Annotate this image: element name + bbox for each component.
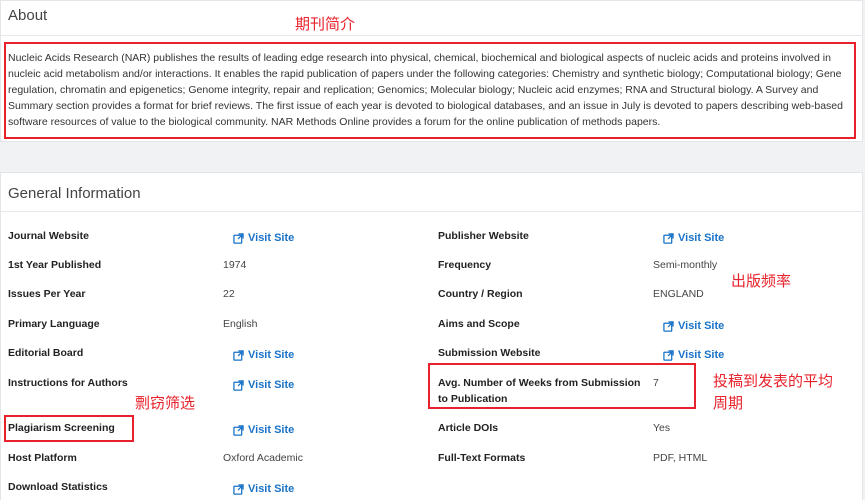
visit-site-label: Visit Site: [678, 349, 725, 361]
visit-site-label: Visit Site: [678, 232, 725, 244]
visit-site-link[interactable]: Visit Site: [663, 230, 724, 246]
field-label: 1st Year Published: [8, 259, 102, 271]
annotation-publication-frequency: 出版频率: [731, 273, 792, 290]
field-label: Article DOIs: [438, 422, 499, 434]
field-label: Journal Website: [8, 230, 89, 242]
field-label: Frequency: [438, 259, 492, 271]
visit-site-label: Visit Site: [248, 232, 295, 244]
annotation-box-plagiarism: [4, 415, 134, 442]
visit-site-link[interactable]: Visit Site: [233, 347, 294, 363]
annotation-box-avg-weeks: [428, 363, 696, 409]
visit-site-link[interactable]: Visit Site: [663, 347, 724, 363]
annotation-plagiarism-screening: 剽窃筛选: [135, 395, 196, 412]
field-value: Oxford Academic: [223, 452, 303, 464]
external-link-icon: [233, 379, 244, 391]
visit-site-link[interactable]: Visit Site: [233, 377, 294, 393]
visit-site-link[interactable]: Visit Site: [233, 481, 294, 497]
visit-site-link[interactable]: Visit Site: [233, 230, 294, 246]
annotation-journal-intro: 期刊简介: [295, 16, 356, 33]
external-link-icon: [233, 349, 244, 361]
visit-site-label: Visit Site: [248, 349, 295, 361]
field-value: PDF, HTML: [653, 452, 708, 464]
general-info-title: General Information: [8, 185, 141, 202]
field-label: Download Statistics: [8, 481, 108, 493]
visit-site-label: Visit Site: [678, 320, 725, 332]
external-link-icon: [233, 424, 244, 436]
external-link-icon: [663, 232, 674, 244]
field-label: Submission Website: [438, 347, 541, 359]
general-info-card: General Information Journal Website Visit…: [0, 172, 863, 500]
field-label: Full-Text Formats: [438, 452, 526, 464]
external-link-icon: [233, 483, 244, 495]
field-label: Editorial Board: [8, 347, 84, 359]
field-label: Host Platform: [8, 452, 77, 464]
visit-site-link[interactable]: Visit Site: [233, 422, 294, 438]
visit-site-label: Visit Site: [248, 483, 295, 495]
field-value: 1974: [223, 259, 247, 271]
field-label: Publisher Website: [438, 230, 529, 242]
field-label: Instructions for Authors: [8, 377, 128, 389]
about-title: About: [8, 7, 48, 24]
external-link-icon: [663, 320, 674, 332]
field-label: Country / Region: [438, 288, 523, 300]
annotation-avg-cycle-line1: 投稿到发表的平均: [713, 373, 834, 390]
visit-site-label: Visit Site: [248, 379, 295, 391]
field-value: 22: [223, 288, 235, 300]
visit-site-link[interactable]: Visit Site: [663, 318, 724, 334]
annotation-box-about: [4, 42, 856, 139]
external-link-icon: [663, 349, 674, 361]
field-label: Aims and Scope: [438, 318, 520, 330]
annotation-avg-cycle-line2: 周期: [713, 395, 744, 412]
external-link-icon: [233, 232, 244, 244]
field-label: Primary Language: [8, 318, 100, 330]
field-value: ENGLAND: [653, 288, 704, 300]
field-value: English: [223, 318, 258, 330]
field-value: Semi-monthly: [653, 259, 718, 271]
visit-site-label: Visit Site: [248, 424, 295, 436]
field-value: Yes: [653, 422, 671, 434]
general-info-divider: [1, 211, 862, 212]
field-label: Issues Per Year: [8, 288, 86, 300]
about-divider: [1, 35, 862, 36]
